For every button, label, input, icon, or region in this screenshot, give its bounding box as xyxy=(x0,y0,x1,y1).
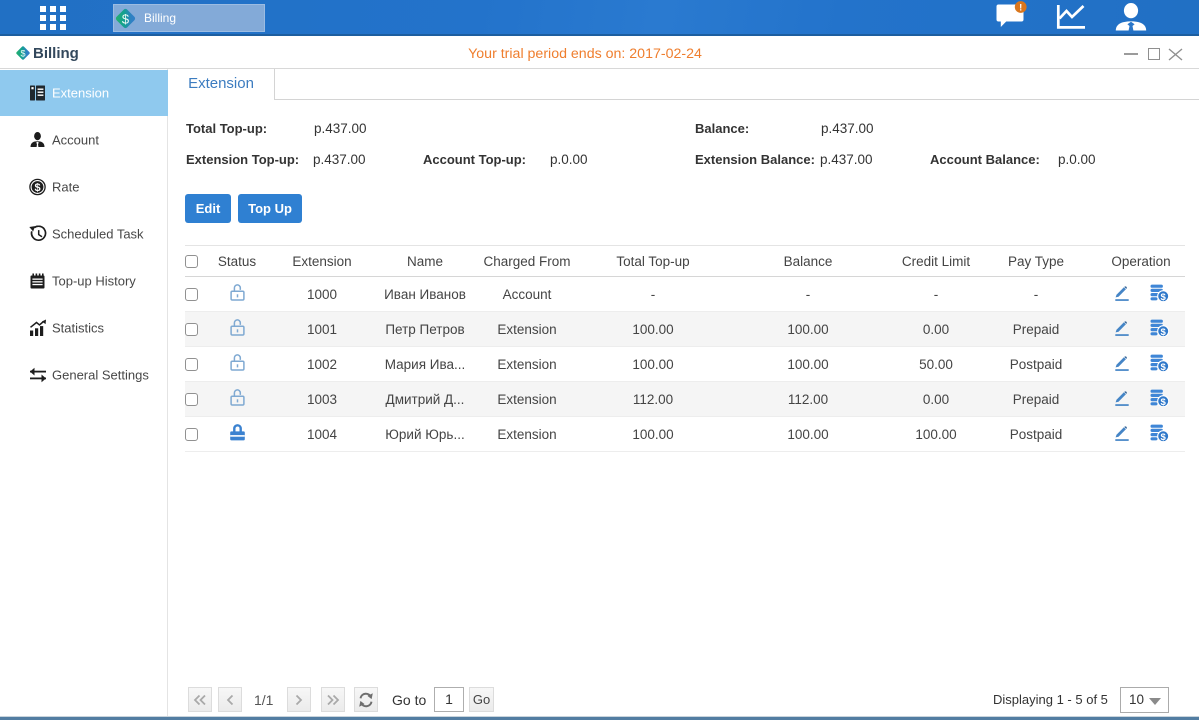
svg-text:$: $ xyxy=(122,11,129,26)
svg-text:$: $ xyxy=(1161,291,1167,301)
svg-text:!: ! xyxy=(1019,3,1022,14)
svg-text:$: $ xyxy=(1161,396,1167,406)
svg-text:$: $ xyxy=(1161,361,1167,371)
svg-text:$: $ xyxy=(1161,431,1167,441)
svg-text:$: $ xyxy=(1161,326,1167,336)
svg-text:$: $ xyxy=(34,182,40,194)
